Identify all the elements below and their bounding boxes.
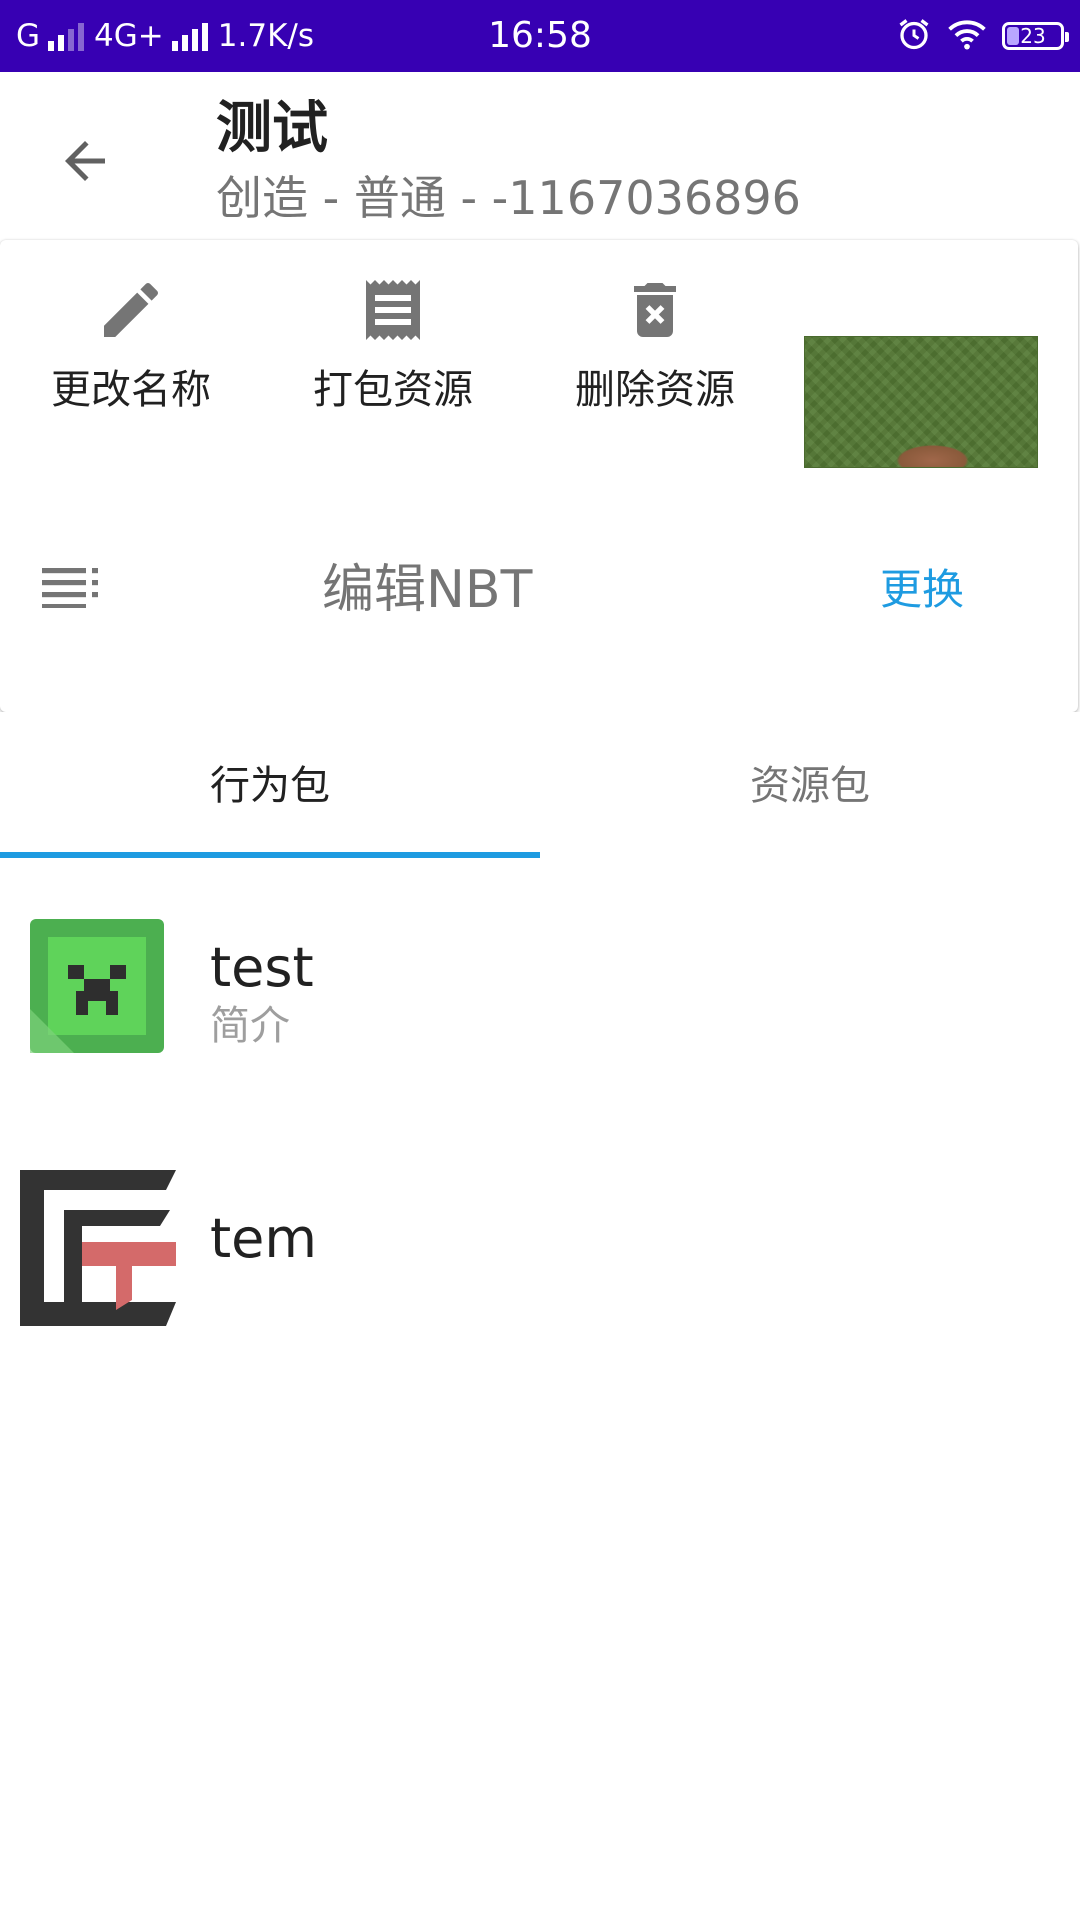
rename-button[interactable]: 更改名称	[16, 270, 246, 420]
pack-resources-button[interactable]: 打包资源	[278, 270, 508, 420]
list-edit-icon	[42, 564, 102, 612]
tab-resource-packs[interactable]: 资源包	[540, 712, 1080, 852]
pack-name: tem	[210, 1207, 317, 1270]
creeper-pack-icon	[30, 919, 164, 1057]
alarm-icon	[896, 16, 932, 56]
status-right: 23	[896, 14, 1069, 58]
world-card: 更改名称 打包资源 删除资源 编辑NBT 更换	[0, 240, 1078, 712]
page-subtitle: 创造 - 普通 - -1167036896	[216, 171, 801, 225]
edit-nbt-row[interactable]: 编辑NBT 更换	[0, 540, 1078, 640]
app-toolbar: 测试 创造 - 普通 - -1167036896	[0, 72, 1080, 240]
rename-label: 更改名称	[51, 367, 211, 413]
page-title: 测试	[216, 96, 328, 161]
pencil-icon	[104, 282, 159, 337]
arrow-back-icon	[65, 141, 105, 181]
edit-nbt-label: 编辑NBT	[322, 560, 533, 620]
replace-button[interactable]: 更换	[880, 562, 964, 618]
pack-resources-label: 打包资源	[313, 367, 473, 413]
delete-resources-label: 删除资源	[575, 367, 735, 413]
battery-level: 23	[1020, 24, 1046, 48]
battery-icon: 23	[1002, 22, 1069, 50]
list-item-test[interactable]: test 简介	[0, 905, 1080, 1065]
receipt-icon	[366, 280, 420, 340]
pack-name: test	[210, 936, 314, 999]
tab-behavior-packs[interactable]: 行为包	[0, 712, 540, 852]
world-thumbnail[interactable]	[804, 336, 1038, 468]
tab-indicator	[0, 852, 540, 858]
list-item-tem[interactable]: tem	[0, 1160, 1080, 1326]
back-button[interactable]	[40, 116, 130, 206]
tem-logo-icon	[20, 1170, 176, 1330]
wifi-icon	[948, 18, 986, 54]
delete-icon	[634, 283, 676, 337]
pack-description: 简介	[210, 1003, 290, 1049]
status-bar: G 4G+ 1.7K/s 16:58 23	[0, 0, 1080, 72]
pack-tabs: 行为包 资源包	[0, 712, 1080, 858]
delete-resources-button[interactable]: 删除资源	[540, 270, 770, 420]
